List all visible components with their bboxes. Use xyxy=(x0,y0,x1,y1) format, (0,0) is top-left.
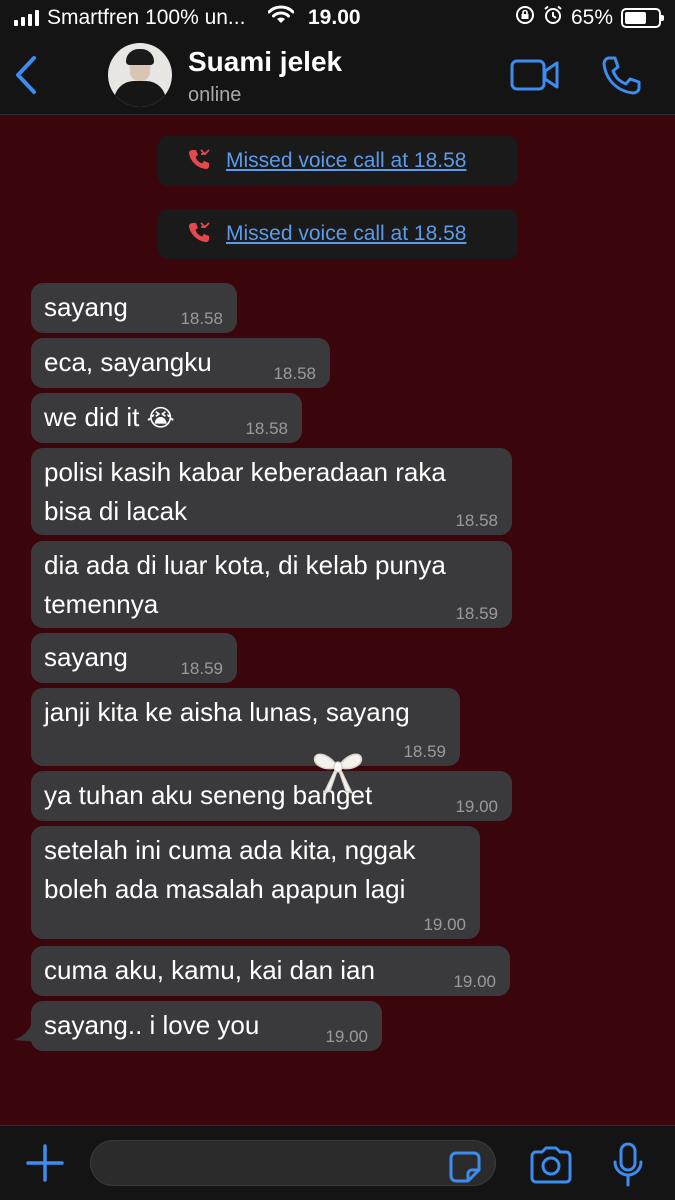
message-bubble[interactable]: cuma aku, kamu, kai dan ian 19.00 xyxy=(31,946,510,996)
contact-status: online xyxy=(188,84,242,106)
message-bubble[interactable]: eca, sayangku 18.58 xyxy=(31,338,330,388)
message-text: polisi kasih kabar keberadaan raka bisa … xyxy=(44,457,446,526)
message-bubble[interactable]: we did it 😭 18.58 xyxy=(31,393,302,443)
status-bar: Smartfren 100% un... 19.00 65% xyxy=(0,0,675,36)
message-time: 18.59 xyxy=(455,604,498,623)
message-time: 19.00 xyxy=(453,972,496,991)
message-bubble[interactable]: polisi kasih kabar keberadaan raka bisa … xyxy=(31,448,512,535)
message-text: dia ada di luar kota, di kelab punya tem… xyxy=(44,550,446,619)
contact-name[interactable]: Suami jelek xyxy=(188,46,342,78)
crying-face-emoji: 😭 xyxy=(146,405,175,432)
battery-icon xyxy=(621,8,664,28)
message-text: cuma aku, kamu, kai dan ian xyxy=(44,955,375,985)
message-text: setelah ini cuma ada kita, nggak boleh a… xyxy=(44,835,416,904)
phone-icon[interactable] xyxy=(600,54,642,96)
chat-screen: Smartfren 100% un... 19.00 65% Suami jel… xyxy=(0,0,675,1200)
plus-icon[interactable] xyxy=(24,1142,66,1184)
microphone-icon[interactable] xyxy=(610,1141,646,1189)
message-time: 18.58 xyxy=(245,419,288,438)
sticker-icon[interactable] xyxy=(448,1150,482,1184)
bubble-tail xyxy=(14,1022,40,1042)
clock: 19.00 xyxy=(308,6,361,29)
chevron-left-icon[interactable] xyxy=(12,54,44,96)
missed-call-text[interactable]: Missed voice call at 18.58 xyxy=(226,149,466,173)
message-bubble[interactable]: setelah ini cuma ada kita, nggak boleh a… xyxy=(31,826,480,939)
message-bubble[interactable]: sayang 18.59 xyxy=(31,633,237,683)
chat-header: Suami jelek online xyxy=(0,36,675,115)
carrier-label: Smartfren 100% un... xyxy=(47,6,246,29)
alarm-icon xyxy=(543,5,563,31)
message-time: 19.00 xyxy=(455,797,498,816)
message-text: janji kita ke aisha lunas, sayang xyxy=(44,697,410,727)
message-time: 18.59 xyxy=(403,742,446,761)
message-bubble[interactable]: sayang 18.58 xyxy=(31,283,237,333)
message-list[interactable]: Missed voice call at 18.58 Missed voice … xyxy=(0,115,675,1125)
message-time: 18.58 xyxy=(273,364,316,383)
avatar[interactable] xyxy=(108,43,172,107)
message-time: 18.58 xyxy=(180,309,223,328)
message-bubble[interactable]: janji kita ke aisha lunas, sayang 18.59 xyxy=(31,688,460,766)
camera-icon[interactable] xyxy=(528,1146,574,1184)
signal-icon xyxy=(14,10,39,26)
video-camera-icon[interactable] xyxy=(510,58,560,92)
message-bubble[interactable]: ya tuhan aku seneng banget 19.00 xyxy=(31,771,512,821)
bow-icon xyxy=(313,753,363,795)
message-input[interactable] xyxy=(90,1140,496,1186)
message-time: 18.59 xyxy=(180,659,223,678)
message-text: sayang.. i love you xyxy=(44,1010,260,1040)
missed-call-icon xyxy=(188,148,210,175)
battery-percent: 65% xyxy=(570,6,613,29)
message-text: sayang xyxy=(44,292,128,322)
message-time: 18.58 xyxy=(455,511,498,530)
message-text: sayang xyxy=(44,642,128,672)
missed-call-icon xyxy=(188,221,210,248)
rotation-lock-icon xyxy=(515,5,535,31)
message-text: eca, sayangku xyxy=(44,347,212,377)
missed-call-notice[interactable]: Missed voice call at 18.58 xyxy=(158,209,518,259)
message-time: 19.00 xyxy=(325,1027,368,1046)
message-bubble[interactable]: sayang.. i love you 19.00 xyxy=(31,1001,382,1051)
message-time: 19.00 xyxy=(423,915,466,934)
wifi-icon xyxy=(267,5,295,31)
missed-call-notice[interactable]: Missed voice call at 18.58 xyxy=(158,136,518,186)
input-bar xyxy=(0,1125,675,1200)
missed-call-text[interactable]: Missed voice call at 18.58 xyxy=(226,222,466,246)
message-text: we did it xyxy=(44,402,140,432)
message-bubble[interactable]: dia ada di luar kota, di kelab punya tem… xyxy=(31,541,512,628)
